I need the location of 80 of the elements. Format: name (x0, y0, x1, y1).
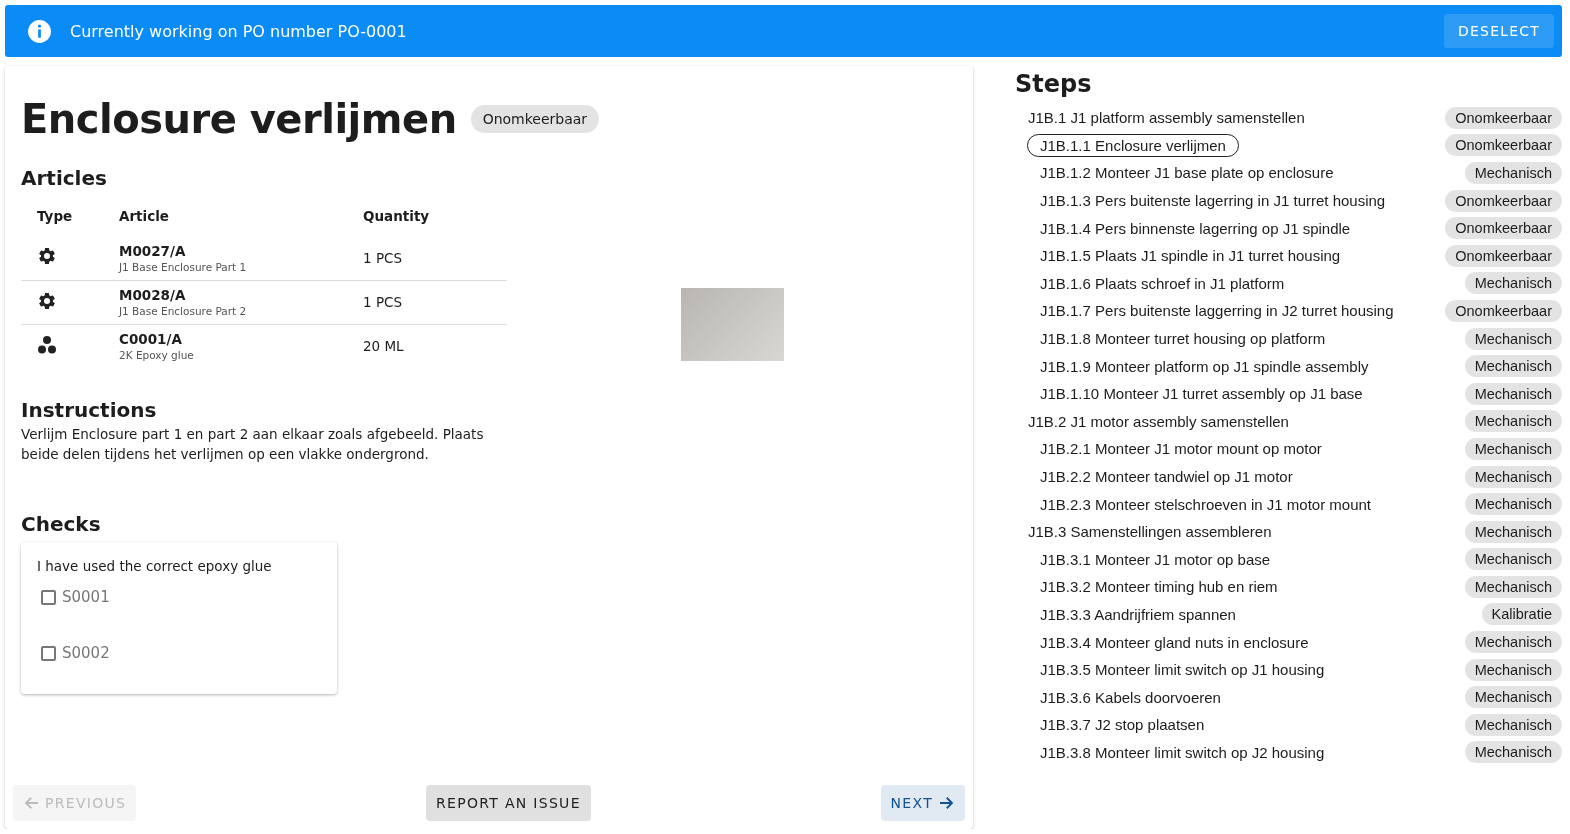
category-tag: Mechanisch (1464, 327, 1562, 350)
category-tag: Mechanisch (1464, 410, 1562, 433)
step-item[interactable]: J1B.3.6 Kabels doorvoeren (1027, 685, 1234, 709)
category-tag: Onomkeerbaar (1445, 217, 1562, 240)
step-item[interactable]: J1B.1.3 Pers buitenste lagerring in J1 turret housing (1027, 189, 1399, 213)
left-arrow-icon (23, 794, 41, 812)
next-button[interactable]: NEXT (880, 785, 965, 821)
gear-icon (37, 290, 57, 311)
three-dots-icon (37, 334, 57, 355)
step-item[interactable]: J1B.3.2 Monteer timing hub en riem (1027, 575, 1291, 599)
article-description: J1 Base Enclosure Part 2 (119, 305, 248, 317)
step-item[interactable]: J1B.1.10 Monteer J1 turret assembly op J1 base (1027, 382, 1376, 406)
step-item[interactable]: J1B.2.1 Monteer J1 motor mount op motor (1027, 437, 1335, 461)
step-title: Enclosure verlijmen (21, 96, 457, 142)
category-tag: Onomkeerbaar (470, 105, 600, 133)
category-tag: Mechanisch (1464, 520, 1562, 543)
section-heading: Checks (21, 512, 102, 536)
step-item[interactable]: J1B.2.2 Monteer tandwiel op J1 motor (1027, 465, 1306, 488)
step-item[interactable]: J1B.3.3 Aandrijfriem spannen (1027, 603, 1249, 626)
step-item[interactable]: J1B.3.7 J2 stop plaatsen (1027, 713, 1218, 737)
category-tag: Onomkeerbaar (1445, 189, 1562, 212)
category-tag: Onomkeerbaar (1445, 106, 1562, 129)
gear-icon (37, 246, 57, 267)
right-arrow-icon (937, 794, 955, 812)
report-button[interactable]: REPORT AN ISSUE (426, 785, 591, 821)
step-item[interactable]: J1B.1.8 Monteer turret housing op platform (1027, 327, 1339, 351)
banner-message: Currently working on PO number PO-0001 (70, 21, 408, 41)
category-tag: Mechanisch (1464, 741, 1562, 764)
category-tag: Mechanisch (1464, 465, 1562, 488)
article-code: C0001/A (119, 331, 183, 348)
column-header: Article (119, 200, 363, 236)
step-item[interactable]: J1B.1.5 Plaats J1 spindle in J1 turret housing (1027, 244, 1354, 268)
quantity-cell: 20 ML (363, 324, 507, 368)
check-question: I have used the correct epoxy glue (37, 558, 273, 574)
article-code: M0028/A (119, 287, 187, 303)
quantity-cell: 1 PCS (363, 280, 507, 324)
category-tag: Mechanisch (1464, 686, 1562, 709)
step-item[interactable]: J1B.3.1 Monteer J1 motor op base (1027, 547, 1284, 571)
category-tag: Onomkeerbaar (1445, 134, 1562, 157)
category-tag: Mechanisch (1464, 382, 1562, 405)
step-item[interactable]: J1B.1.6 Plaats schroef in J1 platform (1027, 271, 1298, 295)
checkbox-label: S0002 (62, 644, 110, 662)
category-tag: Kalibratie (1481, 603, 1562, 626)
step-item[interactable]: J1B.3.5 Monteer limit switch op J1 housing (1027, 658, 1338, 682)
checkbox[interactable] (41, 645, 56, 661)
category-tag: Mechanisch (1464, 437, 1562, 460)
category-tag: Mechanisch (1464, 575, 1562, 598)
category-tag: Mechanisch (1464, 272, 1562, 295)
category-tag: Mechanisch (1464, 658, 1562, 681)
step-item[interactable]: J1B.1.4 Pers binnenste lagerring op J1 spindle (1027, 216, 1364, 240)
category-tag: Onomkeerbaar (1445, 244, 1562, 267)
step-item[interactable]: J1B.3.4 Monteer gland nuts in enclosure (1027, 630, 1322, 654)
step-item[interactable]: J1B.1.2 Monteer J1 base plate op enclosure (1027, 161, 1347, 185)
quantity-cell: 1 PCS (363, 236, 507, 280)
article-description: 2K Epoxy glue (119, 349, 195, 362)
category-tag: Mechanisch (1464, 713, 1562, 736)
step-item[interactable]: J1B.1.7 Pers buitenste laggerring in J2 turret housing (1027, 299, 1407, 323)
step-item[interactable]: J1B.3 Samenstellingen assembleren (1015, 520, 1285, 544)
step-item[interactable]: J1B.1.9 Monteer platform op J1 spindle assembly (1027, 354, 1382, 378)
panel-heading: Steps (1015, 70, 1093, 98)
category-tag: Mechanisch (1464, 493, 1562, 516)
category-tag: Mechanisch (1464, 631, 1562, 654)
category-tag: Onomkeerbaar (1445, 299, 1562, 322)
step-item[interactable]: J1B.2.3 Monteer stelschroeven in J1 motor mount (1027, 492, 1384, 516)
section-heading: Instructions (21, 398, 158, 422)
category-tag: Mechanisch (1464, 162, 1562, 184)
step-item[interactable]: J1B.1 J1 platform assembly samenstellen (1015, 106, 1318, 130)
step-item[interactable]: J1B.3.8 Monteer limit switch op J2 housing (1027, 740, 1338, 764)
article-description: J1 Base Enclosure Part 1 (119, 260, 248, 273)
checkbox[interactable] (41, 589, 56, 605)
column-header: Quantity (363, 207, 431, 226)
column-header: Type (21, 200, 119, 236)
section-heading: Articles (21, 166, 108, 190)
article-code: M0027/A (119, 242, 187, 259)
step-item[interactable]: J1B.2 J1 motor assembly samenstellen (1015, 409, 1302, 433)
checkbox-label: S0001 (62, 588, 110, 606)
instructions-text: Verlijm Enclosure part 1 en part 2 aan elkaar zoals afgebeeld. Plaats beide delen tijdens het verlijmen op een vlakke ondergrond. (21, 425, 485, 464)
category-tag: Mechanisch (1464, 548, 1562, 571)
info-icon (27, 18, 52, 44)
category-tag: Mechanisch (1464, 355, 1562, 378)
